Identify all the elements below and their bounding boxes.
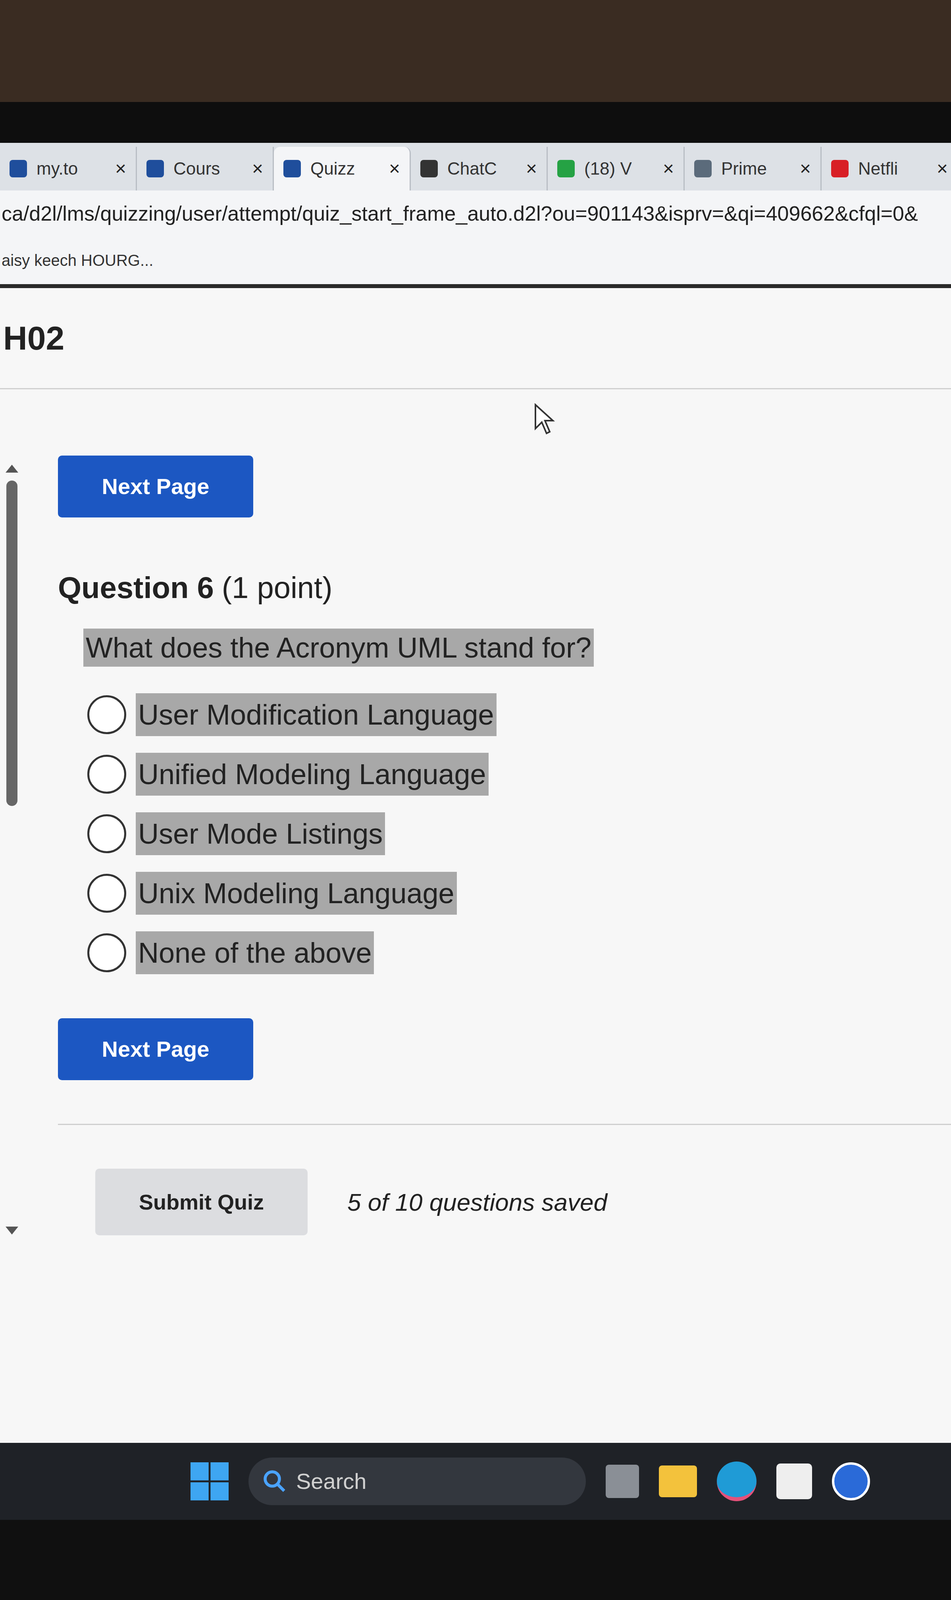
- tab-label: (18) V: [584, 155, 654, 182]
- browser-tab[interactable]: Quizz ×: [273, 146, 411, 191]
- quiz-body: Next Page Question 6(1 point) What does th…: [0, 389, 951, 1444]
- answer-option[interactable]: User Modification Language: [87, 685, 951, 745]
- radio-button[interactable]: [87, 873, 127, 913]
- question-area: Next Page Question 6(1 point) What does th…: [23, 389, 951, 1444]
- divider: [57, 1124, 951, 1126]
- answer-option[interactable]: Unified Modeling Language: [87, 744, 951, 805]
- quiz-footer: Submit Quiz 5 of 10 questions saved: [57, 1168, 951, 1236]
- store-icon[interactable]: [776, 1463, 813, 1500]
- browser-tab[interactable]: ChatC ×: [410, 146, 548, 191]
- tab-close-button[interactable]: ×: [252, 159, 264, 179]
- tab-close-button[interactable]: ×: [662, 159, 674, 179]
- radio-button[interactable]: [87, 695, 127, 735]
- option-label: None of the above: [135, 931, 374, 975]
- tab-label: ChatC: [447, 155, 517, 182]
- tab-favicon-icon: [420, 159, 438, 178]
- answer-options: User Modification Language Unified Modeli…: [57, 685, 951, 983]
- question-title: Question 6(1 point): [57, 565, 951, 611]
- question-number: Question 6: [57, 565, 214, 611]
- tab-label: Netfli: [858, 155, 928, 182]
- browser-tab[interactable]: Prime ×: [684, 146, 822, 191]
- answer-option[interactable]: None of the above: [87, 923, 951, 983]
- radio-button[interactable]: [87, 754, 127, 794]
- photo-of-screen: my.to×Cours×Quizz×ChatC×(18) V×Prime×Net…: [0, 0, 951, 1600]
- tab-favicon-icon: [831, 159, 849, 178]
- tab-close-button[interactable]: ×: [799, 159, 811, 179]
- saved-status: 5 of 10 questions saved: [347, 1183, 608, 1221]
- radio-button[interactable]: [87, 933, 127, 973]
- tab-close-button[interactable]: ×: [115, 159, 127, 179]
- taskbar-search[interactable]: Search: [248, 1457, 586, 1506]
- taskbar: Search: [0, 1443, 951, 1521]
- option-label: Unified Modeling Language: [135, 752, 489, 796]
- radio-button[interactable]: [87, 814, 127, 854]
- browser-tab[interactable]: Netfli ×: [821, 146, 951, 191]
- scrollbar[interactable]: [0, 389, 24, 1444]
- search-placeholder: Search: [296, 1465, 367, 1499]
- tab-label: Cours: [173, 155, 243, 182]
- bookmark-item[interactable]: aisy keech HOURG...: [0, 248, 154, 273]
- question-text: What does the Acronym UML stand for?: [83, 628, 594, 667]
- file-explorer-icon[interactable]: [658, 1465, 697, 1498]
- page-header: H02: [0, 288, 951, 390]
- tab-favicon-icon: [283, 159, 301, 178]
- tab-favicon-icon: [9, 159, 27, 178]
- scroll-down-icon[interactable]: [5, 1226, 19, 1235]
- tab-close-button[interactable]: ×: [525, 159, 538, 179]
- page-heading: H02: [3, 313, 65, 364]
- quiz-page: H02 Next Page Question 6(1 point) What does…: [0, 288, 951, 1444]
- question-points: (1 point): [221, 565, 333, 611]
- browser-tab[interactable]: (18) V ×: [547, 146, 685, 191]
- task-view-icon[interactable]: [605, 1465, 640, 1499]
- laptop-bezel: [0, 102, 951, 143]
- option-label: Unix Modeling Language: [135, 872, 457, 915]
- browser-tab[interactable]: Cours ×: [136, 146, 274, 191]
- tab-close-button[interactable]: ×: [936, 159, 948, 179]
- tab-favicon-icon: [146, 159, 164, 178]
- next-page-button[interactable]: Next Page: [57, 1018, 254, 1081]
- next-page-button[interactable]: Next Page: [57, 455, 254, 518]
- mouse-cursor-icon: [533, 403, 557, 436]
- scrollbar-thumb[interactable]: [6, 480, 18, 807]
- option-label: User Modification Language: [135, 693, 497, 737]
- address-bar[interactable]: ca/d2l/lms/quizzing/user/attempt/quiz_st…: [0, 190, 951, 237]
- url-text: ca/d2l/lms/quizzing/user/attempt/quiz_st…: [0, 198, 919, 230]
- windows-start-icon[interactable]: [190, 1462, 229, 1501]
- browser-tab[interactable]: my.to ×: [0, 146, 137, 191]
- laptop-bottom-bezel: [0, 1520, 951, 1600]
- option-label: User Mode Listings: [135, 812, 386, 856]
- bookmarks-bar: aisy keech HOURG...: [0, 236, 951, 289]
- dell-icon[interactable]: [831, 1462, 871, 1501]
- tab-favicon-icon: [694, 159, 712, 178]
- answer-option[interactable]: Unix Modeling Language: [87, 863, 951, 924]
- tab-close-button[interactable]: ×: [388, 159, 401, 179]
- search-icon: [262, 1469, 287, 1494]
- submit-quiz-button[interactable]: Submit Quiz: [95, 1168, 308, 1236]
- tab-favicon-icon: [557, 159, 575, 178]
- scroll-up-icon[interactable]: [5, 464, 19, 473]
- tab-bar: my.to×Cours×Quizz×ChatC×(18) V×Prime×Net…: [0, 142, 951, 191]
- tab-label: Quizz: [310, 155, 380, 182]
- desk-background: [0, 0, 951, 103]
- edge-browser-icon[interactable]: [716, 1461, 757, 1502]
- tab-label: Prime: [721, 155, 791, 182]
- answer-option[interactable]: User Mode Listings: [87, 804, 951, 864]
- tab-label: my.to: [36, 155, 106, 182]
